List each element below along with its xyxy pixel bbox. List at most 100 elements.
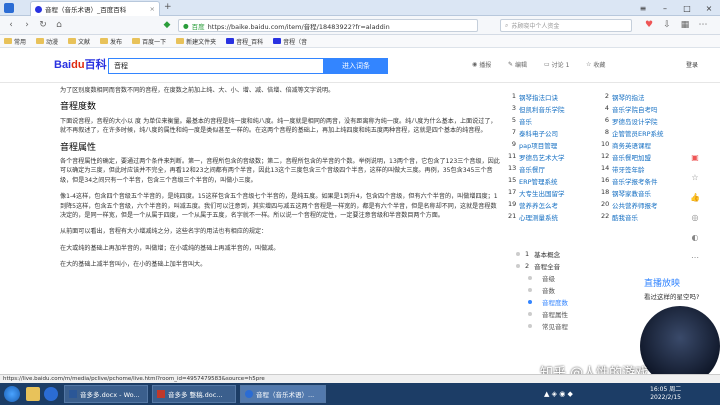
toc-dot-icon [516, 252, 520, 256]
bookmark-item[interactable]: 动漫 [36, 37, 58, 46]
baidu-favicon-icon [226, 38, 235, 44]
baidu-favicon-icon [35, 5, 42, 13]
task-browser[interactable]: 音程（音乐术语）... [240, 385, 326, 403]
related-item[interactable]: 22 酷我音乐 [601, 212, 688, 222]
related-item[interactable]: 3 但凯利音乐学院 [508, 104, 595, 114]
comment-icon: ▭ [544, 61, 550, 68]
browser-tab[interactable]: 音程（音乐术语）_百度百科 × [30, 1, 160, 16]
related-item[interactable]: 2 钢琴的指法 [601, 92, 688, 102]
related-item[interactable]: 17 大专生出国留学 [508, 188, 595, 198]
more-icon[interactable]: ⋯ [688, 250, 702, 264]
baike-search-input[interactable]: 音程 [108, 58, 324, 74]
related-item[interactable]: 19 营养养怎么考 [508, 200, 595, 210]
login-link[interactable]: 登录 [686, 60, 698, 69]
related-item[interactable]: 9 pap项目管理 [508, 140, 595, 150]
related-label: 音乐 [519, 118, 532, 126]
browser-icon [245, 390, 253, 398]
refresh-icon[interactable]: ↻ [36, 18, 50, 32]
related-item[interactable]: 16 音乐学报考条件 [601, 176, 688, 186]
toc-item[interactable]: 常见音程 [516, 320, 636, 332]
baike-logo[interactable]: Baidu百科 [54, 56, 107, 72]
bookmark-item[interactable]: 音程（音 [273, 37, 307, 46]
tray-icons[interactable]: ▲ ◈ ◉ ◆ [544, 390, 573, 398]
related-item[interactable]: 20 公共营养师报考 [601, 200, 688, 210]
related-item[interactable]: 21 心理测量系统 [508, 212, 595, 222]
task-word-doc-2[interactable]: 音多多 整稿.doc... [152, 385, 236, 403]
browser-search-input[interactable]: ⌕ 苏顾晓中个人资金 [500, 19, 632, 32]
star-icon[interactable]: ☆ [688, 170, 702, 184]
related-item[interactable]: 4 音乐学院自考吗 [601, 104, 688, 114]
toc-number: 1 [525, 250, 530, 258]
extension-icon[interactable]: ♥ [642, 18, 656, 32]
file-explorer-icon[interactable] [26, 387, 40, 401]
related-item[interactable]: 18 钢琴家教音乐 [601, 188, 688, 198]
related-rank: 2 [604, 92, 609, 100]
url-field[interactable]: ● 百度 https://baike.baidu.com/item/音程/184… [178, 19, 478, 32]
related-item[interactable]: 7 泰科电子公司 [508, 128, 595, 138]
bookmark-item[interactable]: 文献 [68, 37, 90, 46]
related-item[interactable]: 11 罗德岛艺术大学 [508, 152, 595, 162]
new-tab-button[interactable]: + [164, 2, 172, 12]
more-icon[interactable]: ⋯ [696, 18, 710, 32]
menu-icon[interactable]: ≡ [632, 0, 654, 16]
start-button[interactable] [4, 386, 20, 402]
related-item[interactable]: 8 企管管员ERP系统 [601, 128, 688, 138]
forward-icon[interactable]: › [20, 18, 34, 32]
bookmark-item[interactable]: 发布 [100, 37, 122, 46]
minimize-icon[interactable]: – [654, 0, 676, 16]
star-icon: ☆ [586, 61, 592, 68]
related-item[interactable]: 1 钢琴指法口诀 [508, 92, 595, 102]
related-item[interactable]: 13 音乐餐厅 [508, 164, 595, 174]
toc-item[interactable]: 音数 [516, 284, 636, 296]
shield-icon[interactable]: ◆ [160, 18, 174, 32]
collect-button[interactable]: ☆ 收藏 [586, 60, 605, 69]
toc-label: 基本概念 [534, 251, 561, 259]
qq-icon[interactable]: ◐ [688, 230, 702, 244]
task-word-doc[interactable]: 音多多.docx - Wo... [64, 385, 148, 403]
bookmark-item[interactable]: 常用 [4, 37, 26, 46]
toc-item[interactable]: 2 音程全音 [516, 260, 636, 272]
related-item[interactable]: 14 带牙签年龄 [601, 164, 688, 174]
home-icon[interactable]: ⌂ [52, 18, 66, 32]
toc-item[interactable]: 音级 [516, 272, 636, 284]
related-rank: 12 [601, 152, 610, 160]
live-promo[interactable]: 直播放映 看过这样的星空吗? [644, 276, 720, 366]
toc-item[interactable]: 音程度数 [516, 296, 636, 308]
thumb-up-icon[interactable]: 👍 [688, 190, 702, 204]
gift-icon[interactable]: ▣ [688, 150, 702, 164]
download-icon[interactable]: ⇩ [660, 18, 674, 32]
back-icon[interactable]: ‹ [4, 18, 18, 32]
edit-button[interactable]: ✎ 编辑 [508, 60, 527, 69]
browser-taskbar-icon[interactable] [44, 387, 58, 401]
paragraph: 从前面可以看出，音程有大小增减纯之分，这些名字的用法也有相应的规定： [60, 228, 268, 236]
right-tool-bar: ▣ ☆ 👍 ◎ ◐ ⋯ [688, 150, 704, 270]
related-rank: 22 [601, 212, 610, 220]
toc-item[interactable]: 音程属性 [516, 308, 636, 320]
maximize-icon[interactable]: □ [676, 0, 698, 16]
share-icon[interactable]: ◎ [688, 210, 702, 224]
related-item[interactable]: 6 罗德岛设计学院 [601, 116, 688, 126]
bookmark-item[interactable]: 百度一下 [132, 37, 166, 46]
close-tab-icon[interactable]: × [150, 5, 155, 13]
related-item[interactable]: 5 音乐 [508, 116, 595, 126]
close-window-icon[interactable]: × [698, 0, 720, 16]
broadcast-button[interactable]: ◉ 播报 [472, 60, 491, 69]
discuss-button[interactable]: ▭ 讨论 1 [544, 60, 569, 69]
word-icon [157, 390, 165, 398]
related-label: pap项目管理 [519, 142, 558, 150]
toc-dot-icon [528, 300, 532, 304]
related-label: 罗德岛设计学院 [612, 118, 658, 126]
bookmark-item[interactable]: 新建文件夹 [176, 37, 216, 46]
toc-item[interactable]: 1 基本概念 [516, 248, 636, 260]
bookmark-item[interactable]: 音程_百科 [226, 37, 263, 46]
grid-icon[interactable]: ▦ [678, 18, 692, 32]
paragraph: 在大或纯的基础上再加半音的，叫做增；在小或纯的基础上再减半音的，叫做减。 [60, 244, 280, 252]
live-subtitle: 看过这样的星空吗? [644, 293, 700, 301]
intro-paragraph: 为了区别度数相同而音数不同的音程，在度数之前加上纯、大、小、增、减、倍增、倍减等… [60, 87, 335, 94]
related-item[interactable]: 12 音乐餐吧加盟 [601, 152, 688, 162]
related-item[interactable]: 15 ERP管理系统 [508, 176, 595, 186]
clock[interactable]: 16:05 周二 2022/2/15 [650, 386, 681, 402]
enter-entry-button[interactable]: 进入词条 [324, 58, 388, 74]
related-item[interactable]: 10 商务英语课程 [601, 140, 688, 150]
article-body: 为了区别度数相同而音数不同的音程，在度数之前加上纯、大、小、增、减、倍增、倍减等… [60, 86, 500, 374]
